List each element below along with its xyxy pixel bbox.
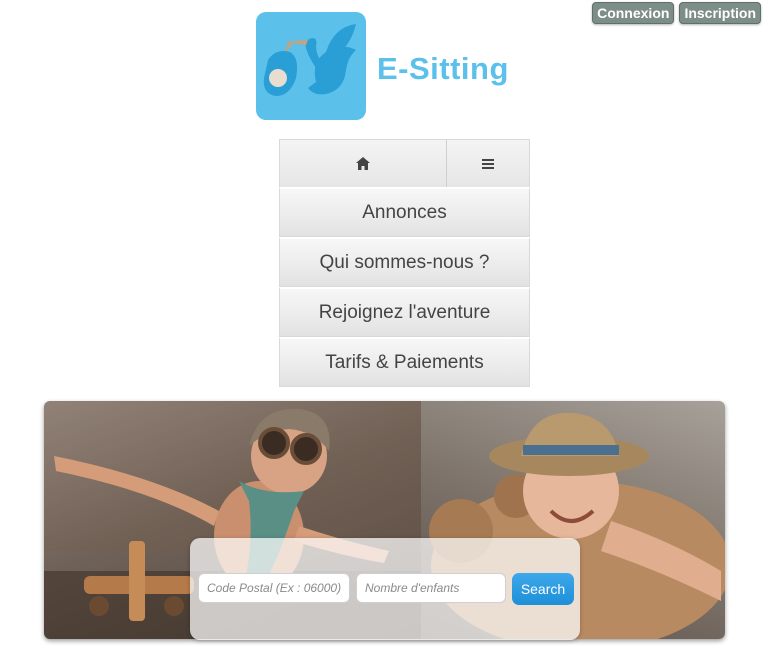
home-icon: [356, 157, 370, 170]
auth-bar: Connexion Inscription: [592, 2, 761, 24]
main-nav: Annonces Qui sommes-nous ? Rejoignez l'a…: [279, 139, 530, 387]
logo[interactable]: [256, 12, 366, 120]
stork-icon: [263, 24, 356, 96]
nav-item-annonces[interactable]: Annonces: [279, 187, 530, 237]
brand-name[interactable]: E-Sitting: [377, 51, 509, 87]
search-button[interactable]: Search: [512, 573, 574, 605]
nav-item-rejoignez[interactable]: Rejoignez l'aventure: [279, 287, 530, 337]
children-count-input[interactable]: [356, 573, 506, 603]
hamburger-icon: [482, 158, 494, 169]
postal-code-input[interactable]: [198, 573, 350, 603]
search-panel: Search: [190, 538, 580, 640]
login-button[interactable]: Connexion: [592, 2, 675, 24]
menu-toggle-button[interactable]: [447, 140, 529, 187]
home-button[interactable]: [280, 140, 447, 187]
nav-top-row: [279, 139, 530, 187]
nav-item-qui-sommes-nous[interactable]: Qui sommes-nous ?: [279, 237, 530, 287]
nav-item-tarifs[interactable]: Tarifs & Paiements: [279, 337, 530, 387]
register-button[interactable]: Inscription: [679, 2, 761, 24]
